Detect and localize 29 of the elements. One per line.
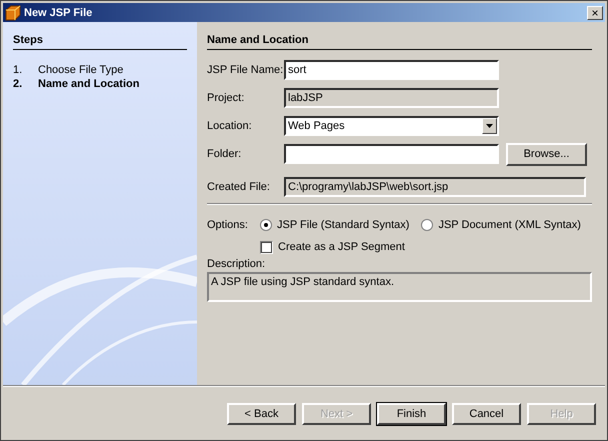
step-label: Choose File Type	[38, 64, 124, 76]
step-number: 2.	[13, 78, 24, 90]
section-heading: Name and Location	[207, 34, 592, 50]
readonly-field: labJSP	[284, 88, 499, 108]
field-label: Location:	[207, 120, 253, 132]
step-number: 1.	[13, 64, 24, 76]
close-button[interactable]: ×	[587, 6, 603, 20]
location-dropdown[interactable]: Web Pages	[284, 116, 499, 136]
dialog-button[interactable]: Cancel	[452, 402, 521, 424]
field-label: JSP File Name:	[207, 64, 284, 76]
dialog-button[interactable]: Finish	[377, 402, 446, 424]
description-box: A JSP file using JSP standard syntax.	[207, 272, 592, 302]
description-label: Description:	[207, 258, 266, 272]
readonly-field: C:\programy\labJSP\web\sort.jsp	[284, 177, 586, 197]
field-label: Folder:	[207, 148, 242, 160]
radio-option[interactable]: JSP File (Standard Syntax)	[260, 219, 410, 231]
dropdown-arrow-icon	[486, 124, 493, 128]
input-field[interactable]	[284, 144, 499, 164]
field-label: Created File:	[207, 181, 271, 193]
dialog-button[interactable]: < Back	[227, 402, 296, 424]
input-field[interactable]: sort	[284, 60, 499, 80]
radio-option[interactable]: JSP Document (XML Syntax)	[421, 219, 581, 231]
browse-button[interactable]: Browse...	[506, 142, 587, 166]
step-label: Name and Location	[38, 78, 140, 90]
window-title: New JSP File	[24, 6, 94, 18]
steps-heading: Steps	[13, 34, 187, 50]
field-label: Project:	[207, 92, 246, 104]
box-icon	[5, 4, 21, 20]
segment-checkbox[interactable]: Create as a JSP Segment	[260, 238, 405, 256]
